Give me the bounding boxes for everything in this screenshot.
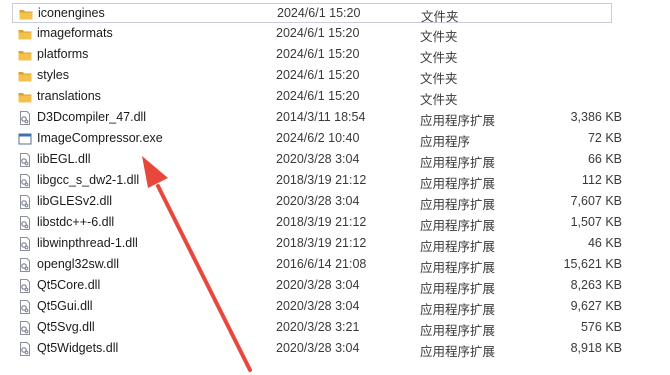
dll-icon: [18, 111, 32, 125]
file-date: 2020/3/28 3:04: [276, 299, 360, 313]
file-date: 2020/3/28 3:04: [276, 278, 360, 292]
file-row[interactable]: libgcc_s_dw2-1.dll 2018/3/19 21:12 应用程序扩展 1…: [12, 171, 622, 191]
dll-icon: [18, 300, 32, 314]
file-name: Qt5Core.dll: [37, 278, 101, 292]
file-size: 46 KB: [587, 236, 622, 250]
file-row[interactable]: opengl32sw.dll 2016/6/14 21:08 应用程序扩展 15,62…: [12, 255, 622, 275]
file-row[interactable]: Qt5Gui.dll 2020/3/28 3:04 应用程序扩展 9,627 KB: [12, 297, 622, 317]
file-date: 2020/3/28 3:04: [276, 152, 360, 166]
folder-icon: [18, 69, 32, 83]
file-size: 112 KB: [581, 173, 622, 187]
file-row[interactable]: Qt5Widgets.dll 2020/3/28 3:04 应用程序扩展 8,918 …: [12, 339, 622, 359]
file-size: 8,918 KB: [570, 341, 622, 355]
folder-icon: [18, 90, 32, 104]
file-name: imageformats: [37, 26, 113, 40]
file-type: 应用程序扩展: [420, 261, 496, 275]
file-type: 文件夹: [420, 30, 458, 44]
dll-icon: [18, 195, 32, 209]
file-name: Qt5Widgets.dll: [37, 341, 119, 355]
file-date: 2024/6/1 15:20: [276, 89, 360, 103]
file-date: 2024/6/1 15:20: [277, 6, 361, 20]
file-name: libEGL.dll: [37, 152, 91, 166]
dll-icon: [18, 279, 32, 293]
file-type: 应用程序扩展: [420, 324, 496, 338]
dll-icon: [18, 174, 32, 188]
file-type: 应用程序扩展: [420, 303, 496, 317]
file-date: 2024/6/2 10:40: [276, 131, 360, 145]
file-row[interactable]: platforms 2024/6/1 15:20 文件夹: [12, 45, 612, 65]
file-row[interactable]: translations 2024/6/1 15:20 文件夹: [12, 87, 612, 107]
file-name: platforms: [37, 47, 89, 61]
file-name: libGLESv2.dll: [37, 194, 113, 208]
file-date: 2020/3/28 3:04: [276, 194, 360, 208]
file-size: 15,621 KB: [563, 257, 622, 271]
file-name: styles: [37, 68, 69, 82]
file-row[interactable]: libGLESv2.dll 2020/3/28 3:04 应用程序扩展 7,607 K…: [12, 192, 622, 212]
file-date: 2020/3/28 3:21: [276, 320, 360, 334]
file-size: 7,607 KB: [570, 194, 622, 208]
file-row[interactable]: libwinpthread-1.dll 2018/3/19 21:12 应用程序扩展…: [12, 234, 622, 254]
file-date: 2016/6/14 21:08: [276, 257, 367, 271]
file-type: 应用程序扩展: [420, 240, 496, 254]
file-date: 2018/3/19 21:12: [276, 215, 367, 229]
file-type: 文件夹: [420, 51, 458, 65]
dll-icon: [18, 153, 32, 167]
file-name: opengl32sw.dll: [37, 257, 120, 271]
file-name: libwinpthread-1.dll: [37, 236, 138, 250]
file-row[interactable]: iconengines 2024/6/1 15:20 文件夹: [12, 3, 612, 24]
file-row[interactable]: ImageCompressor.exe 2024/6/2 10:40 应用程序 72 …: [12, 129, 622, 149]
exe-icon: [18, 132, 32, 146]
folder-icon: [18, 27, 32, 41]
dll-icon: [18, 342, 32, 356]
file-row[interactable]: libstdc++-6.dll 2018/3/19 21:12 应用程序扩展 1,50…: [12, 213, 622, 233]
file-date: 2020/3/28 3:04: [276, 341, 360, 355]
file-type: 应用程序扩展: [420, 156, 496, 170]
file-type: 应用程序扩展: [420, 219, 496, 233]
folder-icon: [18, 48, 32, 62]
file-type: 应用程序: [420, 135, 471, 149]
folder-icon: [19, 7, 33, 21]
file-size: 576 KB: [580, 320, 622, 334]
dll-icon: [18, 321, 32, 335]
file-name: libstdc++-6.dll: [37, 215, 115, 229]
file-row[interactable]: Qt5Core.dll 2020/3/28 3:04 应用程序扩展 8,263 KB: [12, 276, 622, 296]
file-row[interactable]: Qt5Svg.dll 2020/3/28 3:21 应用程序扩展 576 KB: [12, 318, 622, 338]
file-date: 2024/6/1 15:20: [276, 26, 360, 40]
file-name: D3Dcompiler_47.dll: [37, 110, 147, 124]
dll-icon: [18, 216, 32, 230]
file-date: 2018/3/19 21:12: [276, 236, 367, 250]
file-size: 66 KB: [587, 152, 622, 166]
file-size: 3,386 KB: [570, 110, 622, 124]
file-date: 2018/3/19 21:12: [276, 173, 367, 187]
file-size: 8,263 KB: [570, 278, 622, 292]
file-name: iconengines: [38, 6, 105, 20]
file-row[interactable]: imageformats 2024/6/1 15:20 文件夹: [12, 24, 612, 44]
file-row[interactable]: D3Dcompiler_47.dll 2014/3/11 18:54 应用程序扩展 3…: [12, 108, 622, 128]
file-date: 2024/6/1 15:20: [276, 47, 360, 61]
file-type: 文件夹: [421, 10, 459, 24]
file-name: libgcc_s_dw2-1.dll: [37, 173, 140, 187]
file-size: 72 KB: [587, 131, 622, 145]
file-type: 应用程序扩展: [420, 282, 496, 296]
file-type: 应用程序扩展: [420, 177, 496, 191]
file-name: Qt5Svg.dll: [37, 320, 95, 334]
file-date: 2024/6/1 15:20: [276, 68, 360, 82]
file-size: 9,627 KB: [570, 299, 622, 313]
file-type: 应用程序扩展: [420, 114, 496, 128]
file-name: Qt5Gui.dll: [37, 299, 93, 313]
file-type: 文件夹: [420, 72, 458, 86]
file-name: translations: [37, 89, 101, 103]
file-row[interactable]: styles 2024/6/1 15:20 文件夹: [12, 66, 612, 86]
file-type: 应用程序扩展: [420, 198, 496, 212]
file-type: 文件夹: [420, 93, 458, 107]
file-type: 应用程序扩展: [420, 345, 496, 359]
file-date: 2014/3/11 18:54: [276, 110, 366, 124]
file-name: ImageCompressor.exe: [37, 131, 163, 145]
file-size: 1,507 KB: [570, 215, 622, 229]
dll-icon: [18, 258, 32, 272]
file-row[interactable]: libEGL.dll 2020/3/28 3:04 应用程序扩展 66 KB: [12, 150, 622, 170]
dll-icon: [18, 237, 32, 251]
